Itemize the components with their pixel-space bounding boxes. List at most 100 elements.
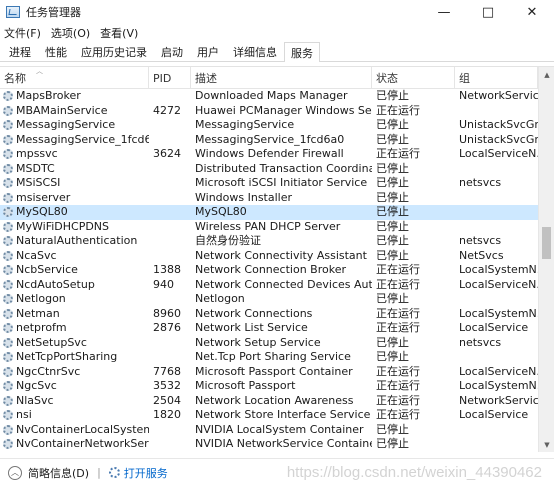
service-name-cell: netprofm	[0, 321, 149, 335]
service-status: 已停止	[376, 422, 409, 436]
table-row[interactable]: nsi 1820 Network Store Interface Service 正在…	[0, 408, 538, 423]
table-row[interactable]: NaturalAuthentication 自然身份验证 已停止 netsvcs	[0, 234, 538, 249]
service-name-cell: nsi	[0, 408, 149, 422]
service-status: 已停止	[376, 234, 409, 248]
tab-startup[interactable]: 启动	[154, 42, 190, 61]
tab-bar: 进程 性能 应用历史记录 启动 用户 详细信息 服务	[0, 42, 554, 62]
service-status: 正在运行	[376, 321, 420, 335]
table-row[interactable]: MessagingService_1fcd6a0 MessagingService…	[0, 133, 538, 148]
service-name-cell: MSDTC	[0, 162, 149, 176]
service-name: NaturalAuthentication	[16, 234, 138, 248]
service-status: 正在运行	[376, 379, 420, 393]
service-description: Net.Tcp Port Sharing Service	[195, 350, 351, 364]
service-group: UnistackSvcGr...	[459, 132, 538, 146]
service-group: LocalSystemN...	[459, 263, 538, 277]
tab-processes[interactable]: 进程	[2, 42, 38, 61]
service-gear-icon	[3, 279, 13, 290]
maximize-button[interactable]: □	[466, 0, 510, 24]
scroll-down-icon[interactable]: ▼	[539, 437, 554, 452]
table-row[interactable]: MyWiFiDHCPDNS Wireless PAN DHCP Server 已停止	[0, 220, 538, 235]
table-row[interactable]: MessagingService MessagingService 已停止 Unist…	[0, 118, 538, 133]
open-services-link[interactable]: 打开服务	[124, 465, 168, 481]
service-name-cell: NaturalAuthentication	[0, 234, 149, 248]
tab-app-history[interactable]: 应用历史记录	[74, 42, 154, 61]
menu-file[interactable]: 文件(F)	[4, 25, 41, 41]
table-row[interactable]: Netman 8960 Network Connections 正在运行 LocalSy…	[0, 307, 538, 322]
service-name: NlaSvc	[16, 393, 54, 407]
scroll-up-icon[interactable]: ▲	[539, 67, 554, 83]
close-button[interactable]: ✕	[510, 0, 554, 24]
table-row[interactable]: netprofm 2876 Network List Service 正在运行 Loca…	[0, 321, 538, 336]
service-name: NgcSvc	[16, 379, 57, 393]
service-name: MessagingService	[16, 118, 116, 132]
table-row[interactable]: msiserver Windows Installer 已停止	[0, 191, 538, 206]
service-status: 正在运行	[376, 103, 420, 117]
service-pid: 940	[153, 277, 174, 291]
table-row[interactable]: NcdAutoSetup 940 Network Connected Devices…	[0, 278, 538, 293]
service-name: MySQL80	[16, 205, 68, 219]
table-row[interactable]: NetSetupSvc Network Setup Service 已停止 netsv…	[0, 336, 538, 351]
service-status: 已停止	[376, 292, 409, 306]
service-name-cell: NlaSvc	[0, 394, 149, 408]
menu-options[interactable]: 选项(O)	[51, 25, 90, 41]
table-row[interactable]: NvContainerNetworkServi... NVIDIA Network…	[0, 437, 538, 452]
table-row[interactable]: NetTcpPortSharing Net.Tcp Port Sharing Se…	[0, 350, 538, 365]
tab-users[interactable]: 用户	[190, 42, 226, 61]
service-gear-icon	[3, 221, 13, 232]
service-status: 正在运行	[376, 306, 420, 320]
fewer-details-link[interactable]: 简略信息(D)	[28, 465, 89, 481]
column-header-name-label: 名称	[4, 72, 26, 85]
service-name: MSiSCSI	[16, 176, 61, 190]
table-row[interactable]: NvContainerLocalSystem NVIDIA LocalSystem…	[0, 423, 538, 438]
table-row[interactable]: MapsBroker Downloaded Maps Manager 已停止 Netw…	[0, 89, 538, 104]
column-header-group[interactable]: 组	[455, 67, 538, 89]
table-body: MapsBroker Downloaded Maps Manager 已停止 Netw…	[0, 89, 538, 452]
table-row[interactable]: NgcCtnrSvc 7768 Microsoft Passport Contain…	[0, 365, 538, 380]
column-header-name[interactable]: ︿ 名称	[0, 67, 149, 89]
service-status: 正在运行	[376, 147, 420, 161]
column-header-description[interactable]: 描述	[191, 67, 372, 89]
service-group: LocalService	[459, 408, 529, 422]
service-name-cell: NcbService	[0, 263, 149, 277]
service-pid: 1388	[153, 263, 181, 277]
service-gear-icon	[3, 424, 13, 435]
service-description: MySQL80	[195, 205, 247, 219]
column-header-status[interactable]: 状态	[372, 67, 455, 89]
service-group: netsvcs	[459, 234, 502, 248]
service-status: 正在运行	[376, 277, 420, 291]
table-row[interactable]: MBAMainService 4272 Huawei PCManager Windo…	[0, 104, 538, 119]
service-status: 正在运行	[376, 263, 420, 277]
service-name: MessagingService_1fcd6a0	[16, 132, 149, 146]
scroll-thumb[interactable]	[542, 227, 551, 259]
table-row[interactable]: MySQL80 MySQL80 已停止	[0, 205, 538, 220]
service-name: MapsBroker	[16, 89, 81, 103]
collapse-chevron-icon[interactable]: ︿	[8, 465, 22, 480]
table-row[interactable]: NlaSvc 2504 Network Location Awareness 正在运行…	[0, 394, 538, 409]
service-description: Downloaded Maps Manager	[195, 89, 348, 103]
tab-services[interactable]: 服务	[284, 42, 320, 62]
services-table: ︿ 名称 PID 描述 状态 组 MapsBroker Downloaded Ma…	[0, 66, 554, 452]
table-row[interactable]: NcaSvc Network Connectivity Assistant 已停止 N…	[0, 249, 538, 264]
vertical-scrollbar[interactable]: ▲ ▼	[538, 67, 554, 452]
service-description: Network Location Awareness	[195, 393, 354, 407]
service-name: NcbService	[16, 263, 78, 277]
tab-performance[interactable]: 性能	[38, 42, 74, 61]
column-header-pid[interactable]: PID	[149, 67, 191, 89]
service-name-cell: NetSetupSvc	[0, 336, 149, 350]
service-group: NetworkService	[459, 89, 538, 103]
table-row[interactable]: mpssvc 3624 Windows Defender Firewall 正在运行 L…	[0, 147, 538, 162]
watermark: https://blog.csdn.net/weixin_44390462	[286, 464, 542, 481]
service-gear-icon	[3, 149, 13, 160]
table-row[interactable]: MSDTC Distributed Transaction Coordinator…	[0, 162, 538, 177]
service-gear-icon	[3, 91, 13, 102]
tab-details[interactable]: 详细信息	[226, 42, 284, 61]
table-row[interactable]: NcbService 1388 Network Connection Broker 正…	[0, 263, 538, 278]
table-row[interactable]: MSiSCSI Microsoft iSCSI Initiator Service…	[0, 176, 538, 191]
service-name-cell: NcaSvc	[0, 249, 149, 263]
table-row[interactable]: NgcSvc 3532 Microsoft Passport 正在运行 LocalSys…	[0, 379, 538, 394]
service-name-cell: MBAMainService	[0, 104, 149, 118]
table-row[interactable]: Netlogon Netlogon 已停止	[0, 292, 538, 307]
minimize-button[interactable]: —	[422, 0, 466, 24]
menu-view[interactable]: 查看(V)	[100, 25, 138, 41]
service-group: NetworkService	[459, 393, 538, 407]
